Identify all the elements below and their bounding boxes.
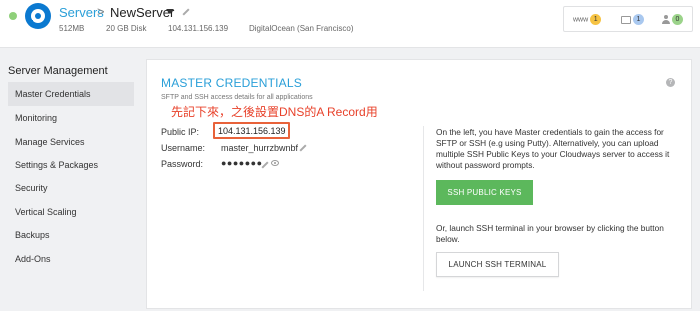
sidebar-heading: Server Management: [8, 65, 108, 77]
top-counters: www 1 1 0: [563, 6, 693, 32]
www-count-badge: 1: [590, 14, 602, 25]
show-password-eye-icon[interactable]: [271, 160, 279, 166]
public-ip-label: Public IP:: [161, 127, 200, 137]
sidebar-item-manage-services[interactable]: Manage Services: [8, 130, 134, 154]
master-credentials-panel: MASTER CREDENTIALS SFTP and SSH access d…: [146, 59, 692, 309]
user-count-badge: 0: [672, 14, 683, 25]
folder-counter[interactable]: 1: [621, 14, 644, 25]
edit-username-icon[interactable]: [299, 144, 307, 152]
server-switch-caret-icon[interactable]: [166, 9, 174, 14]
sidebar-item-monitoring[interactable]: Monitoring: [8, 106, 134, 130]
column-divider: [423, 126, 424, 291]
edit-server-name-icon[interactable]: [182, 8, 190, 16]
folder-count-badge: 1: [633, 14, 644, 25]
breadcrumb-separator: >: [97, 4, 105, 19]
ssh-public-keys-button[interactable]: SSH PUBLIC KEYS: [436, 180, 533, 205]
sidebar-item-master-credentials[interactable]: Master Credentials: [8, 82, 134, 106]
launch-ssh-terminal-button[interactable]: LAUNCH SSH TERMINAL: [436, 252, 559, 277]
panel-subtitle: SFTP and SSH access details for all appl…: [161, 94, 313, 101]
sidebar-item-vertical-scaling[interactable]: Vertical Scaling: [8, 200, 134, 224]
username-label: Username:: [161, 143, 206, 153]
server-status-indicator: [9, 12, 17, 20]
server-ram: 512MB: [59, 24, 85, 33]
digitalocean-logo-icon: [25, 3, 51, 29]
server-provider-region: DigitalOcean (San Francisco): [249, 24, 354, 33]
server-disk: 20 GB Disk: [106, 24, 147, 33]
ssh-info-text: On the left, you have Master credentials…: [436, 127, 670, 170]
password-label: Password:: [161, 159, 204, 169]
sidebar-item-settings-packages[interactable]: Settings & Packages: [8, 153, 134, 177]
username-value: master_hurrzbwnbf: [221, 143, 299, 153]
www-label: www: [573, 16, 589, 24]
ssh-terminal-info-text: Or, launch SSH terminal in your browser …: [436, 223, 664, 244]
help-icon[interactable]: ?: [666, 78, 675, 87]
server-ip: 104.131.156.139: [168, 24, 229, 33]
sidebar-item-add-ons[interactable]: Add-Ons: [8, 247, 134, 271]
user-counter[interactable]: 0: [662, 14, 683, 25]
sidebar-item-backups[interactable]: Backups: [8, 223, 134, 247]
annotation-note: 先記下來，之後設置DNS的A Record用: [171, 105, 378, 119]
top-header: Servers > NewServer 512MB 20 GB Disk 104…: [0, 0, 700, 48]
sidebar-item-security[interactable]: Security: [8, 176, 134, 200]
www-counter[interactable]: www 1: [573, 14, 602, 25]
public-ip-value: 104.131.156.139: [218, 126, 286, 136]
folder-icon: [621, 15, 631, 24]
server-name: NewServer: [110, 5, 175, 20]
panel-title: MASTER CREDENTIALS: [161, 76, 302, 90]
user-icon: [662, 15, 670, 24]
password-value: ●●●●●●●: [221, 158, 263, 168]
